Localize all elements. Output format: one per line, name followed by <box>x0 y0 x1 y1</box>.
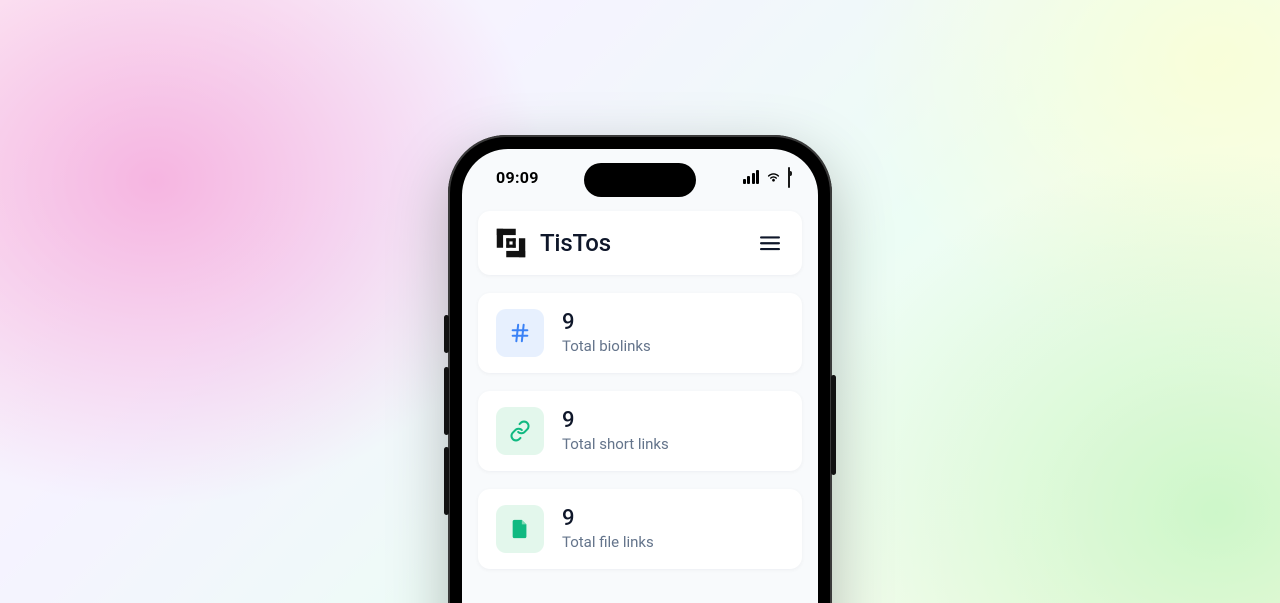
hash-icon <box>496 309 544 357</box>
stat-label: Total short links <box>562 435 669 453</box>
stat-label: Total biolinks <box>562 337 651 355</box>
battery-icon <box>788 168 790 187</box>
brand-name: TisTos <box>540 229 611 257</box>
phone-frame: 09:09 <box>448 135 832 603</box>
phone-side-button <box>444 315 449 353</box>
brand-logo-icon <box>492 224 530 262</box>
stat-card-shortlinks[interactable]: 9 Total short links <box>478 391 802 471</box>
stat-value: 9 <box>562 409 669 433</box>
status-time: 09:09 <box>496 168 539 187</box>
phone-side-button <box>444 367 449 435</box>
phone-screen: 09:09 <box>462 149 818 603</box>
stat-card-filelinks[interactable]: 9 Total file links <box>478 489 802 569</box>
app-promo-canvas: 09:09 <box>0 0 1280 603</box>
hamburger-icon <box>760 234 780 252</box>
stat-value: 9 <box>562 311 651 335</box>
stat-card-biolinks[interactable]: 9 Total biolinks <box>478 293 802 373</box>
phone-side-button <box>444 447 449 515</box>
stat-body: 9 Total file links <box>562 507 654 550</box>
phone-side-button <box>831 375 836 475</box>
brand[interactable]: TisTos <box>492 224 611 262</box>
stat-label: Total file links <box>562 533 654 551</box>
app-header: TisTos <box>478 211 802 275</box>
stat-value: 9 <box>562 507 654 531</box>
wifi-icon <box>765 168 782 187</box>
file-icon <box>496 505 544 553</box>
stat-body: 9 Total biolinks <box>562 311 651 354</box>
cellular-signal-icon <box>741 170 759 184</box>
stat-body: 9 Total short links <box>562 409 669 452</box>
status-icons <box>741 168 790 187</box>
dynamic-island <box>584 163 696 197</box>
link-icon <box>496 407 544 455</box>
app-body: TisTos <box>462 149 818 569</box>
menu-button[interactable] <box>756 229 784 257</box>
